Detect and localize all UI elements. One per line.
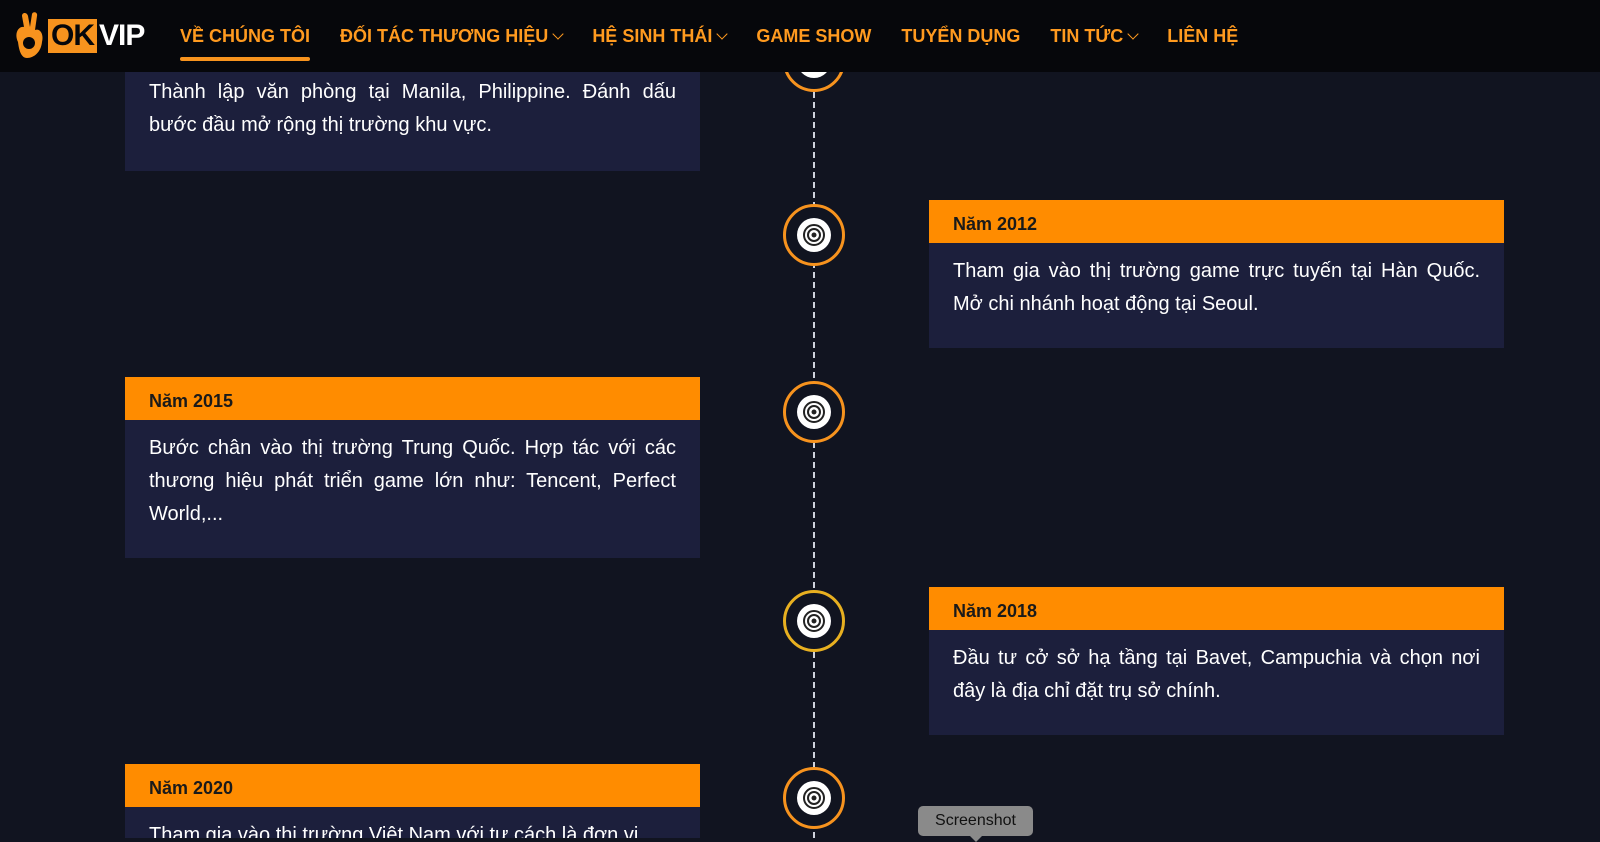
target-icon xyxy=(797,395,831,429)
timeline-card-year: Năm 2018 xyxy=(929,587,1504,630)
main-menu: VỀ CHÚNG TÔI ĐỐI TÁC THƯƠNG HIỆU HỆ SINH… xyxy=(180,0,1268,72)
timeline-card-year: Năm 2015 xyxy=(125,377,700,420)
timeline-node xyxy=(783,381,845,443)
timeline-card-text: Tham gia vào thị trường game trực tuyến … xyxy=(953,260,1480,315)
logo-wordmark: OK VIP xyxy=(48,19,145,53)
nav-item-label: VỀ CHÚNG TÔI xyxy=(180,25,311,46)
nav-item-he-sinh-thai[interactable]: HỆ SINH THÁI xyxy=(592,25,728,47)
timeline-node xyxy=(783,590,845,652)
nav-item-tin-tuc[interactable]: TIN TỨC xyxy=(1050,25,1139,47)
screenshot-tooltip: Screenshot xyxy=(918,806,1033,842)
chevron-down-icon xyxy=(716,27,728,40)
target-icon xyxy=(797,604,831,638)
nav-item-label: HỆ SINH THÁI xyxy=(592,25,713,46)
timeline-card-text: Tham gia vào thị trường Việt Nam với tư … xyxy=(149,824,639,838)
timeline-card: Năm 2020 Tham gia vào thị trường Việt Na… xyxy=(125,764,700,838)
chevron-down-icon xyxy=(552,27,564,40)
timeline-card-text: Bước chân vào thị trường Trung Quốc. Hợp… xyxy=(149,437,676,525)
timeline-card: Năm 2012 Tham gia vào thị trường game tr… xyxy=(929,200,1504,348)
ok-hand-icon xyxy=(16,12,43,58)
logo-vip-text: VIP xyxy=(99,19,145,52)
nav-item-lien-he[interactable]: LIÊN HỆ xyxy=(1167,26,1238,47)
top-navbar: OK VIP VỀ CHÚNG TÔI ĐỐI TÁC THƯƠNG HIỆU … xyxy=(0,0,1600,72)
tooltip-label: Screenshot xyxy=(935,812,1016,829)
timeline-node xyxy=(783,767,845,829)
nav-item-ve-chung-toi[interactable]: VỀ CHÚNG TÔI xyxy=(180,25,311,61)
nav-item-label: GAME SHOW xyxy=(756,25,872,46)
timeline-card-text: Đầu tư cở sở hạ tầng tại Bavet, Campuchi… xyxy=(953,647,1480,702)
chevron-down-icon xyxy=(1127,27,1139,40)
target-icon xyxy=(797,781,831,815)
nav-item-label: LIÊN HỆ xyxy=(1167,25,1239,46)
timeline-node xyxy=(783,204,845,266)
timeline-card-year: Năm 2020 xyxy=(125,764,700,807)
nav-item-doi-tac-thuong-hieu[interactable]: ĐỐI TÁC THƯƠNG HIỆU xyxy=(340,25,564,47)
target-icon xyxy=(797,218,831,252)
timeline-card-year: Năm 2012 xyxy=(929,200,1504,243)
timeline-card: Năm 2018 Đầu tư cở sở hạ tầng tại Bavet,… xyxy=(929,587,1504,735)
nav-item-label: TIN TỨC xyxy=(1050,25,1124,46)
timeline-line xyxy=(813,72,815,838)
nav-item-label: ĐỐI TÁC THƯƠNG HIỆU xyxy=(340,25,549,46)
nav-item-tuyen-dung[interactable]: TUYỂN DỤNG xyxy=(901,26,1020,47)
timeline-card: Năm 2015 Bước chân vào thị trường Trung … xyxy=(125,377,700,558)
okvip-logo[interactable]: OK VIP xyxy=(12,8,145,64)
nav-item-game-show[interactable]: GAME SHOW xyxy=(756,26,871,47)
nav-item-label: TUYỂN DỤNG xyxy=(901,25,1021,46)
logo-ok-text: OK xyxy=(48,19,97,53)
